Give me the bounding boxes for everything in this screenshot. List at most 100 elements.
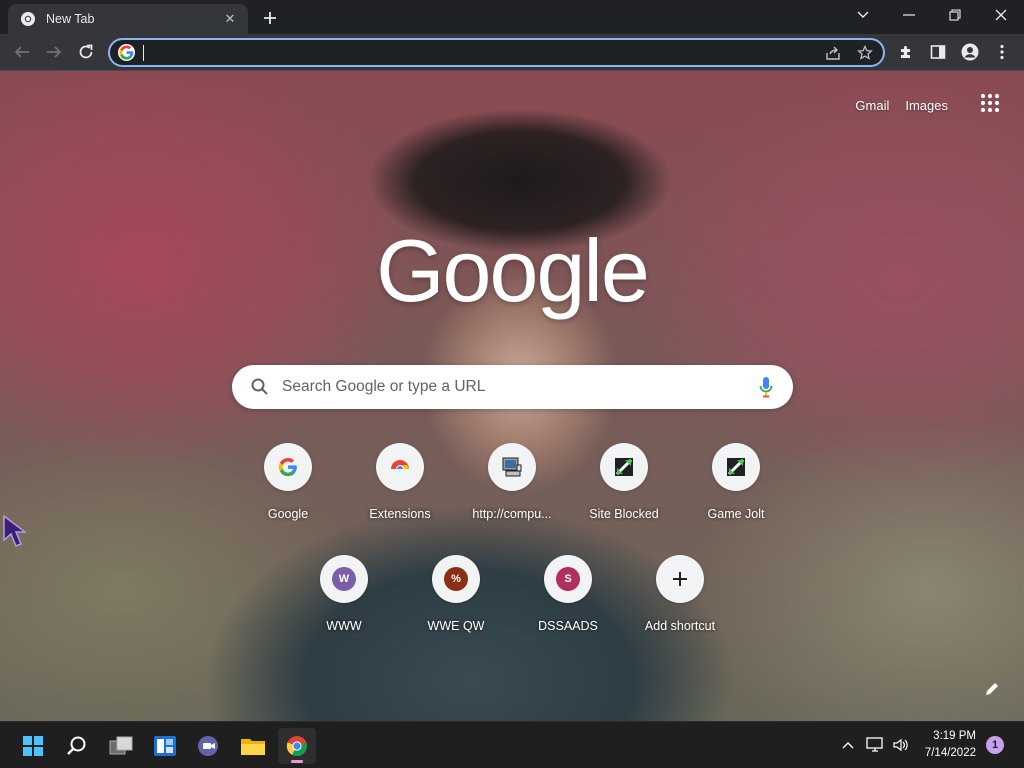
images-link[interactable]: Images: [905, 98, 948, 113]
plus-icon: [264, 12, 276, 24]
clock-time: 3:19 PM: [933, 730, 976, 742]
chrome-icon: [20, 11, 36, 27]
windows-logo-icon: [23, 736, 43, 756]
active-indicator: [291, 760, 303, 763]
google-g-icon: [264, 443, 312, 491]
gmail-link[interactable]: Gmail: [855, 98, 889, 113]
shortcut-computer[interactable]: http://compu...: [456, 443, 568, 555]
show-hidden-icons-button[interactable]: [838, 734, 858, 756]
minimize-button[interactable]: [887, 0, 931, 30]
shortcut-label: http://compu...: [472, 507, 552, 521]
shortcut-site-blocked[interactable]: Site Blocked: [568, 443, 680, 555]
share-icon[interactable]: [824, 44, 842, 62]
teams-chat-icon: [198, 736, 218, 756]
shortcut-label: Add shortcut: [644, 619, 716, 633]
search-box[interactable]: [232, 365, 793, 409]
shortcut-www[interactable]: W WWW: [288, 555, 400, 667]
shortcut-extensions[interactable]: Extensions: [344, 443, 456, 555]
shortcut-label: Site Blocked: [589, 507, 659, 521]
game-jolt-icon: [712, 443, 760, 491]
taskbar-search-button[interactable]: [58, 728, 96, 764]
microphone-icon[interactable]: [759, 376, 773, 398]
shortcut-game-jolt[interactable]: Game Jolt: [680, 443, 792, 555]
clock-date: 7/14/2022: [924, 747, 976, 759]
chrome-taskbar-button[interactable]: [278, 728, 316, 764]
volume-icon: [893, 738, 908, 752]
letter-badge: W: [332, 567, 356, 591]
restore-button[interactable]: [933, 0, 977, 30]
close-window-button[interactable]: [979, 0, 1023, 30]
search-input[interactable]: [282, 375, 732, 399]
search-icon: [250, 377, 270, 397]
top-links: Gmail Images: [855, 95, 964, 115]
arrow-right-icon: [47, 46, 62, 58]
clock[interactable]: 3:19 PM 7/14/2022: [916, 728, 976, 762]
chevron-down-icon: [857, 11, 869, 18]
add-shortcut-button[interactable]: Add shortcut: [624, 555, 736, 667]
computer-icon: [488, 443, 536, 491]
browser-toolbar: [0, 34, 1024, 71]
chrome-icon: [286, 736, 307, 757]
chevron-up-icon: [842, 742, 854, 749]
shortcut-wwe-qw[interactable]: % WWE QW: [400, 555, 512, 667]
task-view-icon: [109, 736, 133, 755]
arrow-left-icon: [14, 46, 29, 58]
minimize-icon: [903, 14, 915, 16]
letter-s-icon: S: [544, 555, 592, 603]
volume-button[interactable]: [890, 734, 912, 756]
widgets-icon: [154, 736, 176, 756]
shortcut-label: Game Jolt: [707, 507, 765, 521]
shortcut-dssaads[interactable]: S DSSAADS: [512, 555, 624, 667]
extensions-puzzle-icon[interactable]: [896, 42, 916, 62]
tab-new-tab[interactable]: New Tab ✕: [8, 4, 248, 34]
reload-button[interactable]: [74, 40, 98, 64]
percent-icon: %: [432, 555, 480, 603]
back-button[interactable]: [10, 40, 34, 64]
widgets-button[interactable]: [146, 728, 184, 764]
google-g-icon: [118, 44, 135, 61]
notification-badge[interactable]: 1: [986, 736, 1004, 754]
search-icon: [67, 736, 86, 755]
letter-badge: %: [444, 567, 468, 591]
text-caret: [143, 45, 144, 61]
letter-badge: S: [556, 567, 580, 591]
close-icon: [995, 9, 1007, 21]
start-button[interactable]: [14, 728, 52, 764]
taskbar: 3:19 PM 7/14/2022 1: [0, 721, 1024, 768]
plus-icon: [656, 555, 704, 603]
profile-avatar-icon[interactable]: [960, 42, 980, 62]
restore-icon: [949, 9, 961, 21]
shortcut-label: WWW: [326, 619, 362, 633]
chrome-extensions-icon: [376, 443, 424, 491]
shortcut-google[interactable]: Google: [232, 443, 344, 555]
menu-kebab-icon[interactable]: [992, 42, 1012, 62]
network-button[interactable]: [864, 734, 886, 756]
tab-title: New Tab: [46, 12, 95, 26]
reload-icon: [79, 44, 93, 59]
google-apps-icon[interactable]: [980, 93, 1000, 113]
folder-icon: [241, 739, 265, 755]
blocked-site-icon: [600, 443, 648, 491]
shortcut-label: WWE QW: [427, 619, 485, 633]
letter-w-icon: W: [320, 555, 368, 603]
tab-strip: New Tab ✕: [0, 0, 1024, 34]
teams-chat-button[interactable]: [190, 728, 228, 764]
side-panel-icon[interactable]: [928, 42, 948, 62]
network-icon: [866, 737, 883, 752]
shortcut-label: Google: [267, 507, 309, 521]
mouse-cursor-icon: [0, 514, 36, 550]
tab-search-button[interactable]: [841, 0, 885, 30]
bookmark-star-icon[interactable]: [856, 44, 874, 62]
new-tab-button[interactable]: [258, 6, 282, 30]
new-tab-page: Gmail Images Google Google Extensions: [0, 71, 1024, 721]
forward-button[interactable]: [42, 40, 66, 64]
address-bar[interactable]: [108, 38, 885, 67]
customize-pencil-icon[interactable]: [984, 681, 1002, 699]
google-logo: Google: [376, 221, 650, 320]
shortcut-label: Extensions: [369, 507, 431, 521]
address-input[interactable]: [143, 43, 813, 63]
file-explorer-button[interactable]: [234, 728, 272, 764]
task-view-button[interactable]: [102, 728, 140, 764]
tab-close-icon[interactable]: ✕: [222, 11, 238, 27]
shortcut-label: DSSAADS: [538, 619, 598, 633]
